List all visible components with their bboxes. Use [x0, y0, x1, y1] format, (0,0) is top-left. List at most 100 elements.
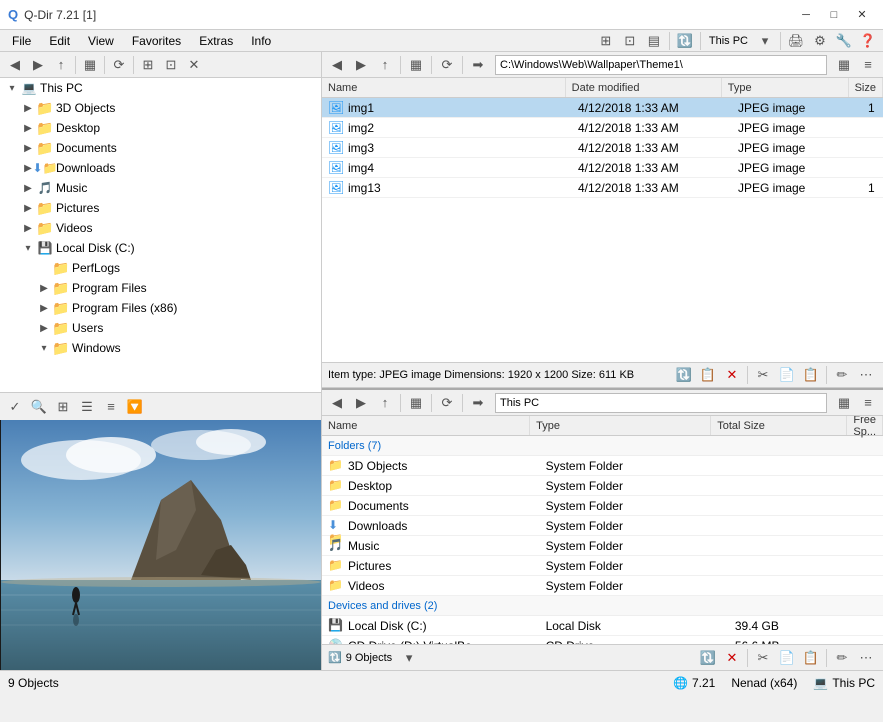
info-copy-btn[interactable]: 📋	[697, 364, 719, 386]
top-right-path-input[interactable]: C:\Windows\Web\Wallpaper\Theme1\	[495, 55, 827, 75]
print-btn[interactable]: 🖨	[785, 30, 807, 52]
col-header-name[interactable]: Name	[322, 78, 566, 97]
info-edit-btn[interactable]: ✏	[831, 364, 853, 386]
bottom-file-list[interactable]: Name Type Total Size Free Sp... Folders …	[322, 416, 883, 644]
left-list-btn[interactable]: ☰	[76, 396, 98, 418]
tree-item-videos[interactable]: ▶ 📁 Videos	[0, 218, 321, 238]
bottom-row-music[interactable]: 🎵 Music System Folder	[322, 536, 883, 556]
bottom-row-pictures[interactable]: 📁 Pictures System Folder	[322, 556, 883, 576]
info-paste-btn[interactable]: 📋	[800, 364, 822, 386]
info-refresh-btn[interactable]: 🔃	[673, 364, 695, 386]
info-copy2-btn[interactable]: 📄	[776, 364, 798, 386]
tr-up-btn[interactable]: ↑	[374, 54, 396, 76]
col-header-date[interactable]: Date modified	[566, 78, 722, 97]
file-row-img4[interactable]: 🖼 img4 4/12/2018 1:33 AM JPEG image	[322, 158, 883, 178]
br-view-btn[interactable]: ▦	[405, 392, 427, 414]
bottom-right-path-input[interactable]: This PC	[495, 393, 827, 413]
left-back-btn[interactable]: ◀	[4, 54, 26, 76]
expand-windows[interactable]: ▾	[36, 343, 52, 354]
menu-favorites[interactable]: Favorites	[124, 32, 189, 50]
layout-btn2[interactable]: ⊡	[619, 30, 641, 52]
tree-item-thispc[interactable]: ▾ 💻 This PC	[0, 78, 321, 98]
br-back-btn[interactable]: ◀	[326, 392, 348, 414]
bottom-row-videos[interactable]: 📁 Videos System Folder	[322, 576, 883, 596]
expand-pictures[interactable]: ▶	[20, 203, 36, 214]
col-header-size[interactable]: Size	[849, 78, 883, 97]
layout-btn1[interactable]: ⊞	[595, 30, 617, 52]
bcol-header-type[interactable]: Type	[530, 416, 711, 435]
left-up-btn[interactable]: ↑	[50, 54, 72, 76]
bottom-info-copy[interactable]: 📄	[776, 647, 798, 669]
br-forward-btn[interactable]: ▶	[350, 392, 372, 414]
menu-info[interactable]: Info	[243, 32, 279, 50]
bottom-info-edit[interactable]: ✏	[831, 647, 853, 669]
expand-documents[interactable]: ▶	[20, 143, 36, 154]
bcol-header-free[interactable]: Free Sp...	[847, 416, 883, 435]
left-split-btn[interactable]: ⊞	[137, 54, 159, 76]
layout-btn3[interactable]: ▤	[643, 30, 665, 52]
tree-item-localC[interactable]: ▾ 💾 Local Disk (C:)	[0, 238, 321, 258]
tree-item-progfiles86[interactable]: ▶ 📁 Program Files (x86)	[0, 298, 321, 318]
settings-btn[interactable]: ⚙	[809, 30, 831, 52]
tr-back-btn[interactable]: ◀	[326, 54, 348, 76]
left-search-btn[interactable]: 🔍	[28, 396, 50, 418]
file-list[interactable]: Name Date modified Type Size 🖼 img1 4/12…	[322, 78, 883, 362]
bottom-row-driveD[interactable]: 💿 CD Drive (D:) VirtualBo... CD Drive 56…	[322, 636, 883, 644]
tr-view-mode-btn[interactable]: ▦	[833, 54, 855, 76]
bcol-header-total[interactable]: Total Size	[711, 416, 847, 435]
tr-view-btn[interactable]: ▦	[405, 54, 427, 76]
bottom-row-documents[interactable]: 📁 Documents System Folder	[322, 496, 883, 516]
bottom-info-more[interactable]: ⋯	[855, 647, 877, 669]
tools-btn[interactable]: 🔧	[833, 30, 855, 52]
br-view-mode2-btn[interactable]: ≡	[857, 392, 879, 414]
bottom-objects-dropdown[interactable]: ▾	[398, 647, 420, 669]
bottom-row-downloads[interactable]: ⬇📁 Downloads System Folder	[322, 516, 883, 536]
file-row-img3[interactable]: 🖼 img3 4/12/2018 1:33 AM JPEG image	[322, 138, 883, 158]
refresh-btn[interactable]: 🔃	[674, 30, 696, 52]
tree-item-progfiles[interactable]: ▶ 📁 Program Files	[0, 278, 321, 298]
left-check-btn[interactable]: ✓	[4, 396, 26, 418]
bottom-info-cut[interactable]: ✂	[752, 647, 774, 669]
expand-music[interactable]: ▶	[20, 183, 36, 194]
tree-item-documents[interactable]: ▶ 📁 Documents	[0, 138, 321, 158]
tree-item-desktop[interactable]: ▶ 📁 Desktop	[0, 118, 321, 138]
left-view-btn[interactable]: ▦	[79, 54, 101, 76]
tr-refresh-btn[interactable]: ⟳	[436, 54, 458, 76]
left-detail-btn[interactable]: ≡	[100, 396, 122, 418]
maximize-button[interactable]: □	[821, 5, 847, 25]
tree-item-3dobjects[interactable]: ▶ 📁 3D Objects	[0, 98, 321, 118]
bottom-info-delete[interactable]: ✕	[721, 647, 743, 669]
file-row-img1[interactable]: 🖼 img1 4/12/2018 1:33 AM JPEG image 1	[322, 98, 883, 118]
menu-view[interactable]: View	[80, 32, 122, 50]
dropdown-btn[interactable]: ▾	[754, 30, 776, 52]
expand-thispc[interactable]: ▾	[4, 83, 20, 94]
minimize-button[interactable]: ─	[793, 5, 819, 25]
bcol-header-name[interactable]: Name	[322, 416, 530, 435]
tree-item-perflogs[interactable]: 📁 PerfLogs	[0, 258, 321, 278]
br-arrow-btn[interactable]: ➡	[467, 392, 489, 414]
tr-forward-btn[interactable]: ▶	[350, 54, 372, 76]
left-grid-btn[interactable]: ⊞	[52, 396, 74, 418]
tree-item-users[interactable]: ▶ 📁 Users	[0, 318, 321, 338]
expand-desktop[interactable]: ▶	[20, 123, 36, 134]
expand-3dobjects[interactable]: ▶	[20, 103, 36, 114]
bottom-row-localC[interactable]: 💾 Local Disk (C:) Local Disk 39.4 GB	[322, 616, 883, 636]
tree-item-windows[interactable]: ▾ 📁 Windows	[0, 338, 321, 358]
tree-item-music[interactable]: ▶ 🎵 Music	[0, 178, 321, 198]
br-refresh-btn[interactable]: ⟳	[436, 392, 458, 414]
expand-localC[interactable]: ▾	[20, 243, 36, 254]
menu-file[interactable]: File	[4, 32, 39, 50]
file-row-img13[interactable]: 🖼 img13 4/12/2018 1:33 AM JPEG image 1	[322, 178, 883, 198]
help-btn[interactable]: ❓	[857, 30, 879, 52]
info-more-btn[interactable]: ⋯	[855, 364, 877, 386]
info-delete-btn[interactable]: ✕	[721, 364, 743, 386]
expand-users[interactable]: ▶	[36, 323, 52, 334]
bottom-info-refresh2[interactable]: 🔃	[697, 647, 719, 669]
close-button[interactable]: ✕	[849, 5, 875, 25]
tree-item-pictures[interactable]: ▶ 📁 Pictures	[0, 198, 321, 218]
tr-arrow-btn[interactable]: ➡	[467, 54, 489, 76]
tr-view-mode2-btn[interactable]: ≡	[857, 54, 879, 76]
bottom-row-3dobjects[interactable]: 📁 3D Objects System Folder	[322, 456, 883, 476]
menu-extras[interactable]: Extras	[191, 32, 241, 50]
menu-edit[interactable]: Edit	[41, 32, 78, 50]
